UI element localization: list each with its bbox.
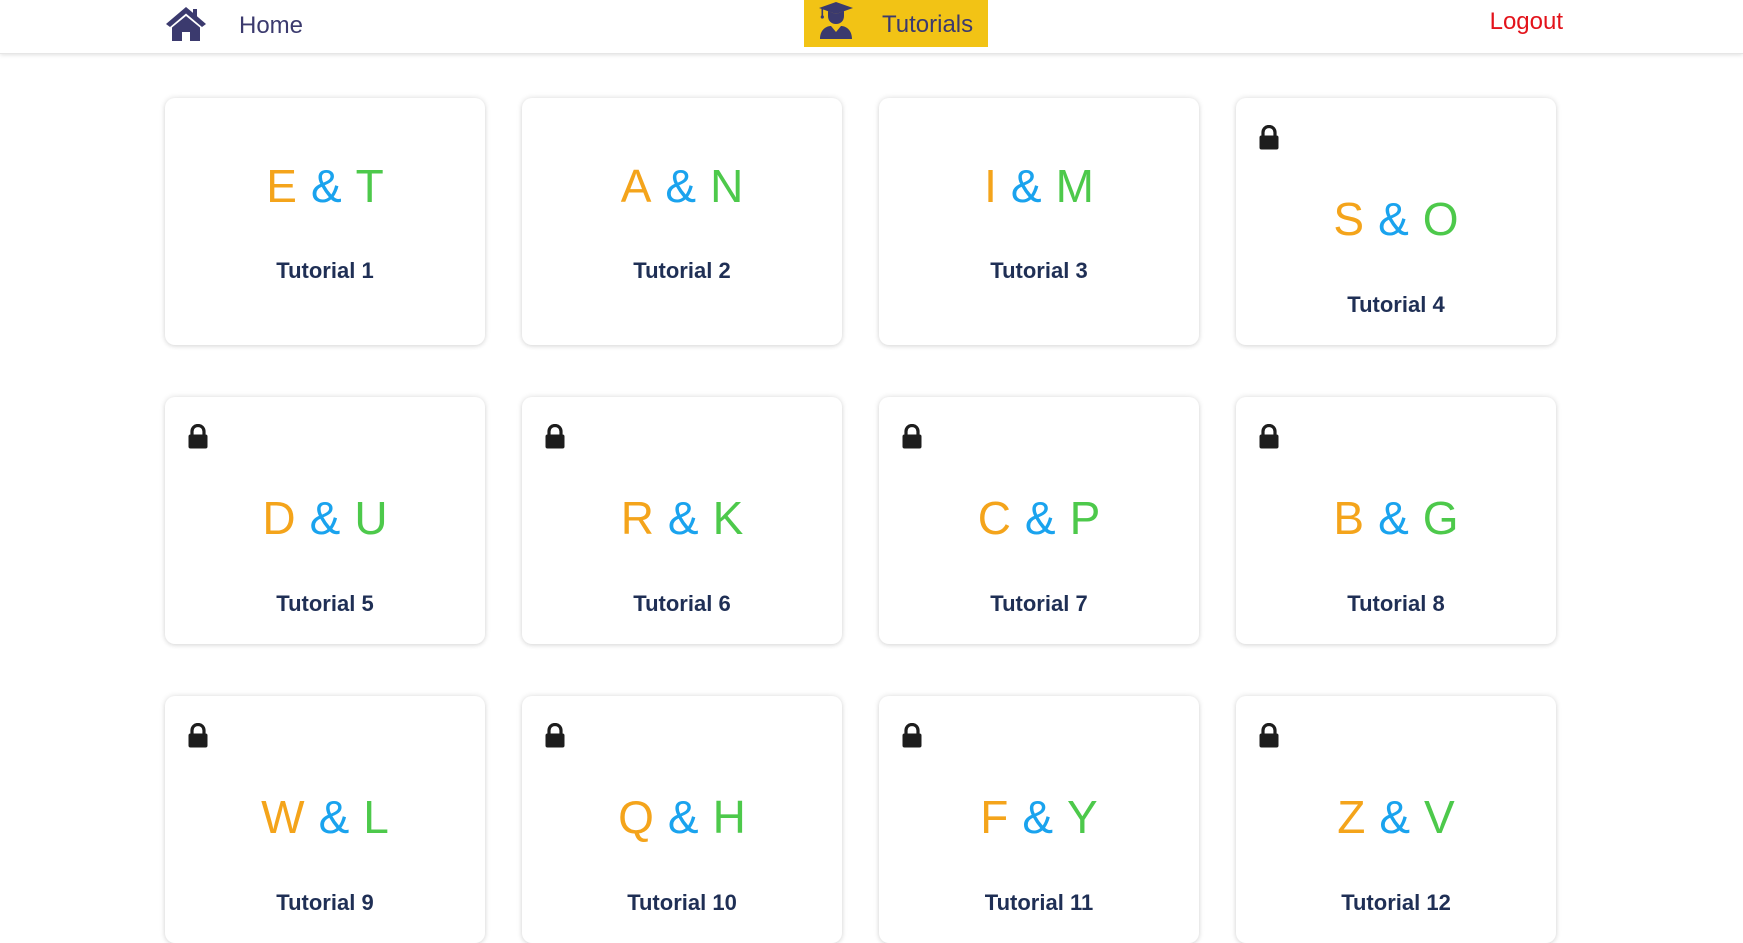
home-icon bbox=[164, 5, 208, 43]
second-letter: P bbox=[1069, 492, 1101, 544]
letter-pair: F & Y bbox=[879, 791, 1199, 843]
first-letter: E bbox=[266, 160, 297, 212]
first-letter: Z bbox=[1337, 791, 1366, 843]
lock-icon bbox=[901, 722, 923, 749]
ampersand: & bbox=[1022, 791, 1054, 843]
lock-icon bbox=[1258, 722, 1280, 749]
second-letter: Y bbox=[1067, 791, 1098, 843]
first-letter: R bbox=[620, 492, 654, 544]
tutorial-card[interactable]: Z & V Tutorial 12 bbox=[1236, 696, 1556, 943]
tutorial-title: Tutorial 3 bbox=[990, 258, 1088, 283]
second-letter: G bbox=[1422, 492, 1459, 544]
first-letter: D bbox=[262, 492, 296, 544]
lock-icon bbox=[1258, 124, 1280, 151]
top-navbar: Home Tutorials Logout bbox=[0, 0, 1743, 54]
ampersand: & bbox=[667, 791, 699, 843]
letter-pair: Q & H bbox=[522, 791, 842, 843]
letter-pair: W & L bbox=[165, 791, 485, 843]
letter-pair: R & K bbox=[522, 492, 842, 544]
letter-pair: B & G bbox=[1236, 492, 1556, 544]
lock-icon bbox=[544, 722, 566, 749]
letter-pair: C & P bbox=[879, 492, 1199, 544]
tutorial-title: Tutorial 11 bbox=[984, 890, 1094, 915]
ampersand: & bbox=[318, 791, 350, 843]
tutorial-card[interactable]: S & O Tutorial 4 bbox=[1236, 98, 1556, 345]
tutorial-grid: E & T Tutorial 1 A & N Tutorial 2 I & M Tutorial 3S… bbox=[165, 98, 1556, 943]
tutorial-card[interactable]: W & L Tutorial 9 bbox=[165, 696, 485, 943]
tutorial-title: Tutorial 7 bbox=[990, 591, 1088, 616]
tutorial-title: Tutorial 8 bbox=[1347, 591, 1445, 616]
tutorial-title: Tutorial 6 bbox=[633, 591, 731, 616]
nav-home-label: Home bbox=[239, 12, 304, 39]
letter-pair: S & O bbox=[1236, 193, 1556, 245]
letter-pair: A & N bbox=[522, 160, 842, 212]
tutorial-card[interactable]: A & N Tutorial 2 bbox=[522, 98, 842, 345]
second-letter: T bbox=[355, 160, 384, 212]
tutorial-card[interactable]: B & G Tutorial 8 bbox=[1236, 397, 1556, 644]
letter-pair: Z & V bbox=[1236, 791, 1556, 843]
second-letter: V bbox=[1424, 791, 1455, 843]
tutorial-title: Tutorial 5 bbox=[276, 591, 374, 616]
first-letter: A bbox=[620, 160, 652, 212]
first-letter: C bbox=[977, 492, 1011, 544]
tutorial-card[interactable]: R & K Tutorial 6 bbox=[522, 397, 842, 644]
letter-pair: I & M bbox=[879, 160, 1199, 212]
ampersand: & bbox=[1378, 492, 1409, 544]
first-letter: F bbox=[980, 791, 1009, 843]
first-letter: W bbox=[261, 791, 305, 843]
ampersand: & bbox=[310, 160, 342, 212]
lock-icon bbox=[187, 722, 209, 749]
ampersand: & bbox=[309, 492, 341, 544]
ampersand: & bbox=[665, 160, 697, 212]
tutorial-title: Tutorial 2 bbox=[633, 258, 731, 283]
tutorial-card[interactable]: C & P Tutorial 7 bbox=[879, 397, 1199, 644]
lock-icon bbox=[544, 423, 566, 450]
second-letter: N bbox=[710, 160, 744, 212]
ampersand: & bbox=[1024, 492, 1056, 544]
tutorial-title: Tutorial 1 bbox=[276, 258, 374, 283]
tutorial-card[interactable]: E & T Tutorial 1 bbox=[165, 98, 485, 345]
second-letter: O bbox=[1422, 193, 1459, 245]
letter-pair: E & T bbox=[165, 160, 485, 212]
first-letter: I bbox=[984, 160, 997, 212]
nav-home-link[interactable]: Home bbox=[164, 0, 303, 48]
logout-link[interactable]: Logout bbox=[1490, 8, 1563, 36]
nav-tutorials-link[interactable]: Tutorials bbox=[804, 0, 988, 47]
nav-tutorials-label: Tutorials bbox=[882, 10, 974, 38]
tutorial-title: Tutorial 10 bbox=[627, 890, 737, 915]
tutorial-card[interactable]: Q & H Tutorial 10 bbox=[522, 696, 842, 943]
lock-icon bbox=[1258, 423, 1280, 450]
letter-pair: D & U bbox=[165, 492, 485, 544]
lock-icon bbox=[901, 423, 923, 450]
first-letter: B bbox=[1333, 492, 1365, 544]
ampersand: & bbox=[667, 492, 699, 544]
second-letter: L bbox=[363, 791, 389, 843]
ampersand: & bbox=[1379, 791, 1411, 843]
tutorial-card[interactable]: D & U Tutorial 5 bbox=[165, 397, 485, 644]
second-letter: H bbox=[712, 791, 746, 843]
tutorial-title: Tutorial 4 bbox=[1347, 292, 1445, 317]
ampersand: & bbox=[1378, 193, 1409, 245]
second-letter: M bbox=[1055, 160, 1094, 212]
tutorial-card[interactable]: I & M Tutorial 3 bbox=[879, 98, 1199, 345]
tutorial-title: Tutorial 9 bbox=[276, 890, 374, 915]
graduate-icon bbox=[816, 1, 856, 46]
tutorial-card[interactable]: F & Y Tutorial 11 bbox=[879, 696, 1199, 943]
ampersand: & bbox=[1010, 160, 1042, 212]
tutorial-title: Tutorial 12 bbox=[1341, 890, 1451, 915]
second-letter: K bbox=[712, 492, 744, 544]
first-letter: S bbox=[1333, 193, 1365, 245]
first-letter: Q bbox=[618, 791, 654, 843]
lock-icon bbox=[187, 423, 209, 450]
second-letter: U bbox=[354, 492, 388, 544]
